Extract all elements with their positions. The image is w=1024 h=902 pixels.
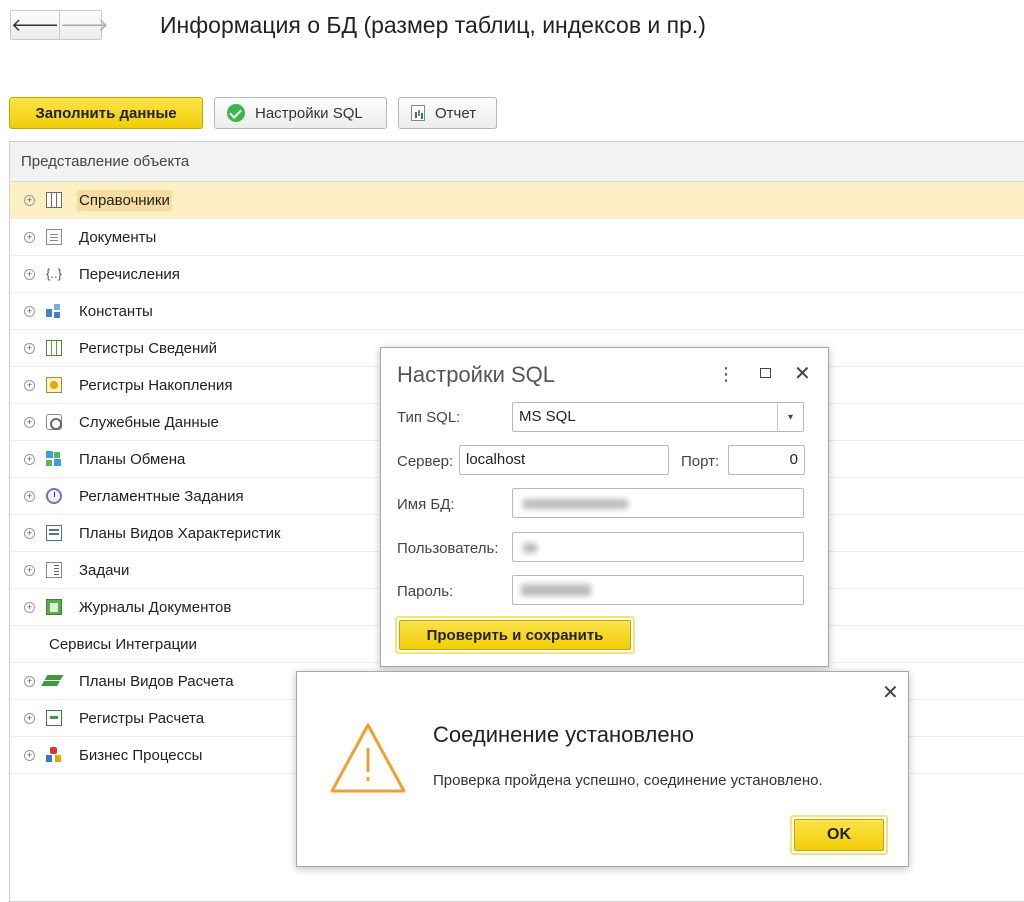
expand-icon[interactable]: + [24,675,35,687]
scheduled-job-icon [46,488,62,504]
sql-type-label: Тип SQL: [397,409,461,426]
expand-icon[interactable]: + [24,527,35,539]
sql-type-select[interactable]: MS SQL ▾ [512,402,804,432]
chevron-down-icon[interactable]: ▾ [777,403,803,431]
constants-icon [46,303,62,319]
check-and-save-label: Проверить и сохранить [399,620,631,650]
expand-icon[interactable]: + [24,601,35,613]
port-label: Порт: [681,453,720,470]
tree-row-label: Журналы Документов [79,598,232,616]
sql-settings-dialog: Настройки SQL ⋮ ✕ Тип SQL: MS SQL ▾ Серв… [380,347,829,667]
tree-row[interactable]: + Документы [10,219,1024,256]
warning-triangle-icon [330,723,406,793]
sql-settings-label: Настройки SQL [255,104,363,122]
page-title: Информация о БД (размер таблиц, индексов… [160,12,706,38]
calculation-register-icon [46,710,62,726]
tree-row-label: Документы [79,228,157,246]
expand-icon[interactable]: + [24,453,35,465]
column-header-label: Представление объекта [21,153,190,170]
tree-row-label: Бизнес Процессы [79,746,203,764]
redacted-value [521,584,591,596]
close-icon[interactable]: ✕ [794,361,811,386]
column-header[interactable]: Представление объекта [10,142,1024,182]
expand-icon[interactable]: + [24,305,35,317]
expand-icon[interactable]: + [24,231,35,243]
info-register-icon [46,340,62,356]
chart-of-characteristics-icon [46,525,62,541]
arrow-left-icon[interactable]: 🡐 [11,11,61,39]
tree-row[interactable]: + Константы [10,293,1024,330]
fill-data-button[interactable]: Заполнить данные [9,97,203,129]
user-label: Пользователь: [397,540,499,557]
tree-row-label: Планы Обмена [79,450,186,468]
message-title: Соединение установлено [433,722,695,747]
tree-row-label: Задачи [79,561,130,579]
ok-button[interactable]: OK [790,815,888,855]
business-process-icon [46,747,62,763]
maximize-icon[interactable] [760,368,771,378]
ok-label: OK [794,819,884,851]
expand-icon[interactable]: + [24,268,35,280]
db-name-label: Имя БД: [397,496,455,513]
expand-icon[interactable]: + [24,194,35,206]
expand-icon[interactable]: + [24,712,35,724]
port-value: 0 [789,451,798,468]
redacted-value [523,543,537,553]
password-label: Пароль: [397,583,454,600]
redacted-value [523,499,628,509]
enum-icon: {..} [46,266,62,281]
server-field[interactable]: localhost [459,445,669,475]
task-icon [46,562,62,578]
report-button[interactable]: Отчет [398,97,497,129]
expand-icon[interactable]: + [24,490,35,502]
db-name-field[interactable] [512,488,804,518]
catalog-icon [46,192,62,208]
report-label: Отчет [435,104,477,122]
tree-row-label: Регламентные Задания [79,487,244,505]
service-data-icon [46,414,62,430]
tree-row-label: Служебные Данные [79,413,219,431]
tree-row-label: Константы [79,302,153,320]
tree-row-label: Регистры Сведений [79,339,217,357]
server-value: localhost [466,451,526,468]
exchange-plan-icon [46,451,62,467]
document-journal-icon [46,599,62,615]
report-icon [411,105,425,121]
password-field[interactable] [512,575,804,605]
navigation-buttons: 🡐 🡒 [10,10,109,40]
tree-row-label: Планы Видов Расчета [79,672,234,690]
check-circle-icon [227,104,245,122]
port-field[interactable]: 0 [728,445,805,475]
tree-row-label: Регистры Расчета [79,709,205,727]
message-text: Проверка пройдена успешно, соединение ус… [433,772,823,789]
server-label: Сервер: [397,453,454,470]
user-field[interactable] [512,532,804,562]
check-and-save-button[interactable]: Проверить и сохранить [395,616,635,654]
sql-type-value: MS SQL [519,408,576,425]
dialog-title: Настройки SQL [397,362,556,387]
calculation-types-icon [46,673,62,689]
expand-icon[interactable]: + [24,342,35,354]
fill-data-label: Заполнить данные [35,104,177,122]
tree-row-label: Регистры Накопления [79,376,233,394]
close-icon[interactable]: ✕ [882,680,899,705]
tree-row-label: Планы Видов Характеристик [79,524,281,542]
sql-settings-button[interactable]: Настройки SQL [214,97,387,129]
more-menu-icon[interactable]: ⋮ [717,364,735,385]
tree-row[interactable]: + Справочники [10,182,1024,219]
tree-row-label: Сервисы Интеграции [49,635,197,653]
tree-row-label: Перечисления [79,265,180,283]
tree-row-label: Справочники [77,189,172,211]
arrow-right-icon[interactable]: 🡒 [60,11,108,39]
expand-icon[interactable]: + [24,564,35,576]
expand-icon[interactable]: + [24,416,35,428]
expand-icon[interactable]: + [24,749,35,761]
accumulation-register-icon [46,377,62,393]
tree-row[interactable]: + {..} Перечисления [10,256,1024,293]
connection-message-dialog: ✕ Соединение установлено Проверка пройде… [296,671,909,867]
expand-icon[interactable]: + [24,379,35,391]
document-icon [46,229,62,245]
